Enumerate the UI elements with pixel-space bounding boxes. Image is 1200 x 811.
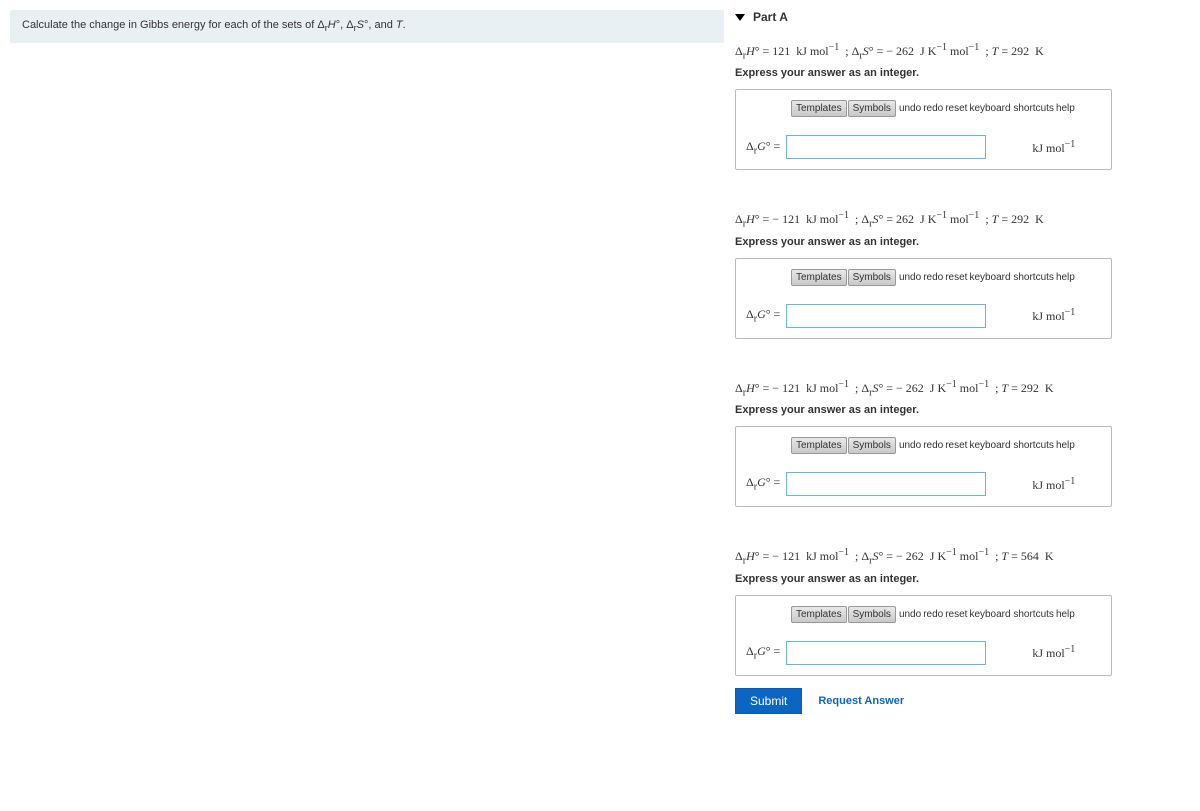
templates-button[interactable]: Templates — [791, 437, 847, 454]
subpart-4: ΔrH° = − 121 kJ mol−1 ; ΔrS° = − 262 J K… — [735, 547, 1185, 713]
answer-unit: kJ mol−1 — [1032, 139, 1075, 156]
dg-label: ΔrG° = — [746, 644, 780, 661]
instruction-text: Express your answer as an integer. — [735, 404, 1185, 416]
reset-button[interactable]: reset — [945, 609, 967, 620]
keyboard-shortcuts-link[interactable]: keyboard shortcuts — [969, 609, 1054, 620]
toolbar: Templates Symbols undo redo reset keyboa… — [791, 437, 1101, 454]
toolbar: Templates Symbols undo redo reset keyboa… — [791, 100, 1101, 117]
equation-line: ΔrH° = − 121 kJ mol−1 ; ΔrS° = 262 J K−1… — [735, 210, 1185, 229]
equation-line: ΔrH° = 121 kJ mol−1 ; ΔrS° = − 262 J K−1… — [735, 42, 1185, 61]
answer-area: Templates Symbols undo redo reset keyboa… — [735, 595, 1112, 676]
request-answer-link[interactable]: Request Answer — [818, 695, 904, 707]
answer-unit: kJ mol−1 — [1032, 307, 1075, 324]
dg-label: ΔrG° = — [746, 475, 780, 492]
templates-button[interactable]: Templates — [791, 100, 847, 117]
subpart-1: ΔrH° = 121 kJ mol−1 ; ΔrS° = − 262 J K−1… — [735, 42, 1185, 170]
answer-input[interactable] — [786, 641, 986, 665]
instruction-text: Express your answer as an integer. — [735, 67, 1185, 79]
redo-button[interactable]: redo — [923, 103, 943, 114]
symbols-button[interactable]: Symbols — [848, 606, 896, 623]
dg-label: ΔrG° = — [746, 139, 780, 156]
templates-button[interactable]: Templates — [791, 269, 847, 286]
redo-button[interactable]: redo — [923, 440, 943, 451]
answer-unit: kJ mol−1 — [1032, 476, 1075, 493]
reset-button[interactable]: reset — [945, 272, 967, 283]
redo-button[interactable]: redo — [923, 272, 943, 283]
help-link[interactable]: help — [1056, 103, 1075, 114]
undo-button[interactable]: undo — [899, 440, 921, 451]
subpart-2: ΔrH° = − 121 kJ mol−1 ; ΔrS° = 262 J K−1… — [735, 210, 1185, 338]
equation-line: ΔrH° = − 121 kJ mol−1 ; ΔrS° = − 262 J K… — [735, 379, 1185, 398]
undo-button[interactable]: undo — [899, 609, 921, 620]
answer-unit: kJ mol−1 — [1032, 644, 1075, 661]
question-prompt: Calculate the change in Gibbs energy for… — [10, 10, 724, 43]
undo-button[interactable]: undo — [899, 103, 921, 114]
help-link[interactable]: help — [1056, 609, 1075, 620]
instruction-text: Express your answer as an integer. — [735, 236, 1185, 248]
answer-input[interactable] — [786, 472, 986, 496]
part-label: Part A — [753, 10, 788, 24]
answer-input[interactable] — [786, 135, 986, 159]
answer-area: Templates Symbols undo redo reset keyboa… — [735, 258, 1112, 339]
toolbar: Templates Symbols undo redo reset keyboa… — [791, 269, 1101, 286]
answer-area: Templates Symbols undo redo reset keyboa… — [735, 89, 1112, 170]
answer-row: ΔrG° = kJ mol−1 — [746, 641, 1101, 665]
dg-label: ΔrG° = — [746, 307, 780, 324]
subpart-3: ΔrH° = − 121 kJ mol−1 ; ΔrS° = − 262 J K… — [735, 379, 1185, 507]
reset-button[interactable]: reset — [945, 440, 967, 451]
reset-button[interactable]: reset — [945, 103, 967, 114]
equation-line: ΔrH° = − 121 kJ mol−1 ; ΔrS° = − 262 J K… — [735, 547, 1185, 566]
part-header[interactable]: Part A — [735, 10, 1185, 24]
answer-input[interactable] — [786, 304, 986, 328]
answer-row: ΔrG° = kJ mol−1 — [746, 472, 1101, 496]
submit-button[interactable]: Submit — [735, 688, 802, 714]
symbols-button[interactable]: Symbols — [848, 100, 896, 117]
caret-down-icon — [735, 14, 745, 21]
answer-area: Templates Symbols undo redo reset keyboa… — [735, 426, 1112, 507]
symbols-button[interactable]: Symbols — [848, 269, 896, 286]
instruction-text: Express your answer as an integer. — [735, 573, 1185, 585]
help-link[interactable]: help — [1056, 272, 1075, 283]
symbols-button[interactable]: Symbols — [848, 437, 896, 454]
submit-row: Submit Request Answer — [735, 688, 1185, 714]
keyboard-shortcuts-link[interactable]: keyboard shortcuts — [969, 272, 1054, 283]
undo-button[interactable]: undo — [899, 272, 921, 283]
answer-row: ΔrG° = kJ mol−1 — [746, 135, 1101, 159]
help-link[interactable]: help — [1056, 440, 1075, 451]
question-text: Calculate the change in Gibbs energy for… — [22, 19, 406, 31]
answer-row: ΔrG° = kJ mol−1 — [746, 304, 1101, 328]
toolbar: Templates Symbols undo redo reset keyboa… — [791, 606, 1101, 623]
keyboard-shortcuts-link[interactable]: keyboard shortcuts — [969, 440, 1054, 451]
redo-button[interactable]: redo — [923, 609, 943, 620]
keyboard-shortcuts-link[interactable]: keyboard shortcuts — [969, 103, 1054, 114]
templates-button[interactable]: Templates — [791, 606, 847, 623]
